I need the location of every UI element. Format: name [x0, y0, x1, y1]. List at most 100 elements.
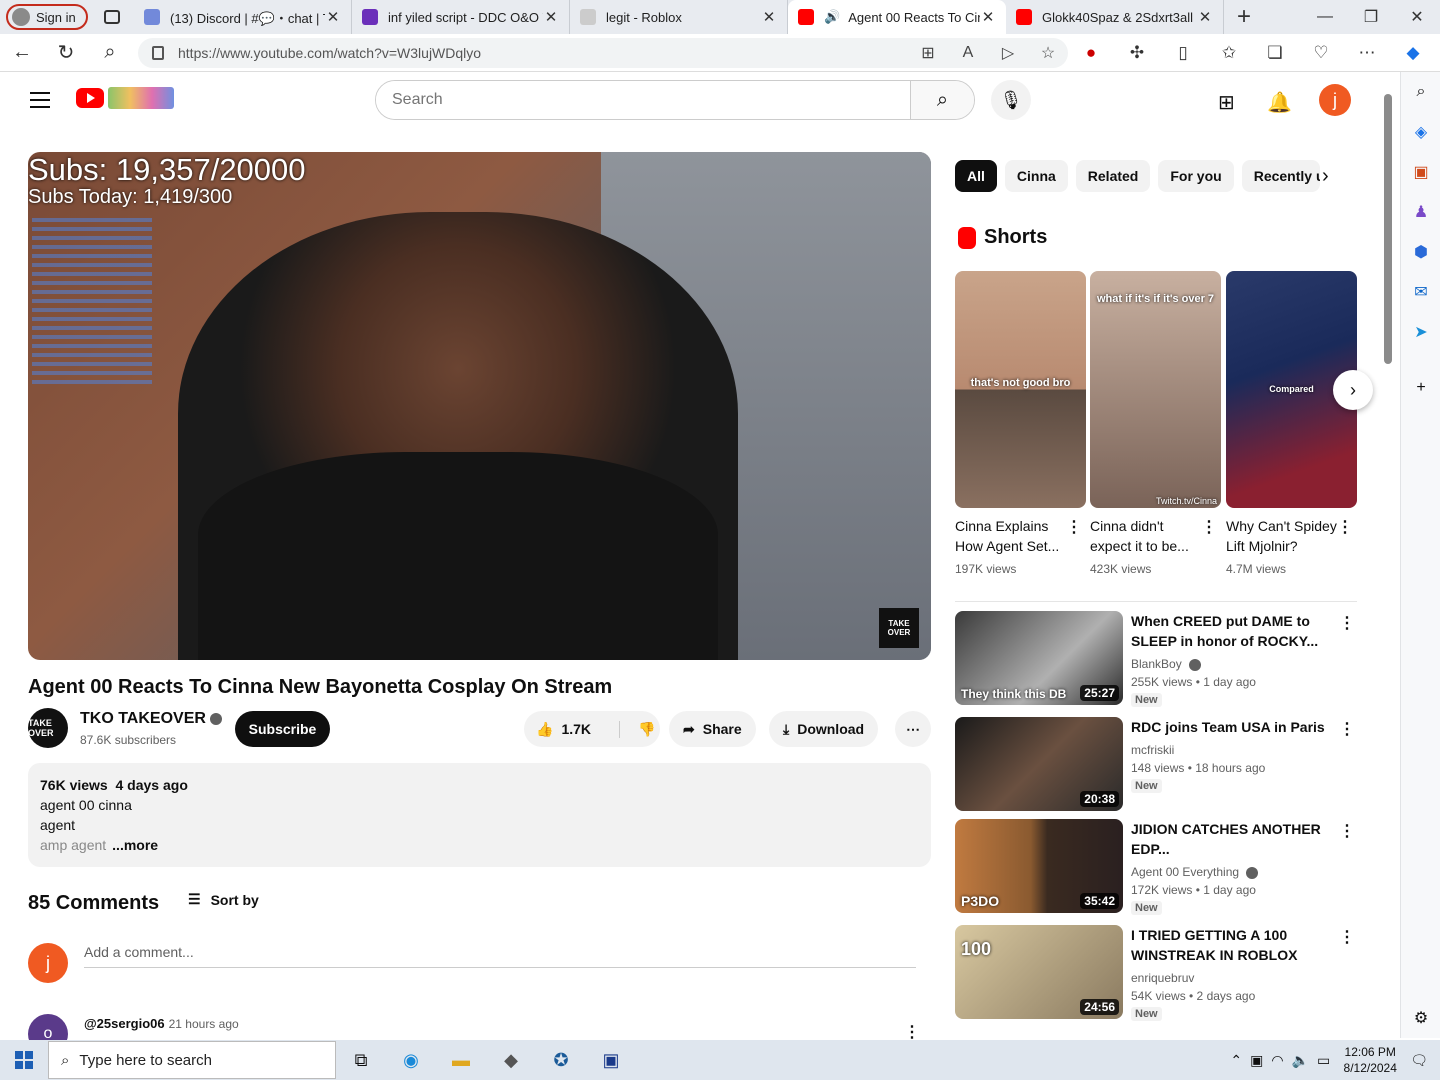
subscribe-button[interactable]: Subscribe: [235, 711, 330, 747]
send-icon[interactable]: ➤: [1401, 312, 1440, 352]
file-explorer-icon[interactable]: ▬: [436, 1040, 486, 1080]
minimize-icon[interactable]: —: [1302, 0, 1348, 34]
short-more-icon[interactable]: ⋮: [1066, 517, 1082, 537]
share-button[interactable]: ➦ Share: [669, 711, 756, 747]
video-title[interactable]: When CREED put DAME to SLEEP in honor of…: [1131, 611, 1331, 651]
shorts-next-chevron-icon[interactable]: ›: [1333, 370, 1373, 410]
performance-icon[interactable]: ♡: [1298, 43, 1344, 63]
notifications-icon[interactable]: 🗨: [1410, 1052, 1428, 1069]
voice-search-mic-icon[interactable]: 🎙: [991, 80, 1031, 120]
read-aloud-icon[interactable]: A: [948, 44, 988, 62]
video-title[interactable]: JIDION CATCHES ANOTHER EDP...: [1131, 819, 1331, 859]
chip-cinna[interactable]: Cinna: [1004, 160, 1068, 192]
dislike-button[interactable]: 👎: [628, 721, 655, 738]
channel-name[interactable]: BlankBoy: [1131, 657, 1182, 671]
browser-tab-discord[interactable]: (13) Discord | #💬・chat | Tid ✕: [134, 0, 352, 34]
sort-comments-button[interactable]: ☰ Sort by: [188, 891, 259, 908]
youtube-logo[interactable]: [76, 88, 104, 108]
short-card[interactable]: Compared Why Can't Spidey Lift Mjolnir? …: [1226, 271, 1357, 576]
short-more-icon[interactable]: ⋮: [1201, 517, 1217, 537]
video-channel[interactable]: enriquebruv: [1131, 971, 1194, 985]
store-star-icon[interactable]: ✪: [536, 1040, 586, 1080]
search-input[interactable]: [376, 81, 910, 119]
youtube-doodle-logo[interactable]: [108, 87, 174, 109]
restore-icon[interactable]: ❐: [1348, 0, 1394, 34]
channel-name[interactable]: TKO TAKEOVER: [80, 710, 222, 728]
tools-briefcase-icon[interactable]: ▣: [1401, 152, 1440, 192]
create-video-icon[interactable]: ⊞: [1218, 90, 1235, 115]
outlook-icon[interactable]: ✉: [1401, 272, 1440, 312]
shopping-tag-icon[interactable]: ◈: [1401, 112, 1440, 152]
battery-icon[interactable]: ▭: [1317, 1052, 1330, 1069]
search-icon[interactable]: ⌕: [88, 41, 132, 64]
sidebar-search-icon[interactable]: ⌕: [1401, 72, 1440, 112]
video-more-icon[interactable]: ⋮: [1339, 613, 1355, 633]
hamburger-menu-icon[interactable]: [30, 92, 50, 113]
show-more-link[interactable]: ...more: [112, 837, 158, 853]
browser-tab-youtube-active[interactable]: 🔊 Agent 00 Reacts To Cinn ✕: [788, 0, 1006, 34]
audio-playing-icon[interactable]: 🔊: [824, 9, 840, 25]
comment-username[interactable]: @25sergio06: [84, 1016, 165, 1031]
recommended-video[interactable]: They think this DB 25:27 When CREED put …: [955, 611, 1355, 707]
scrollbar-thumb[interactable]: [1384, 94, 1392, 364]
video-player[interactable]: Subs: 19,357/20000 Subs Today: 1,419/300…: [28, 152, 931, 660]
channel-name[interactable]: Agent 00 Everything: [1131, 865, 1239, 879]
favorites-icon[interactable]: ✩: [1206, 43, 1252, 63]
video-more-icon[interactable]: ⋮: [1339, 821, 1355, 841]
favorite-star-icon[interactable]: ☆: [1028, 43, 1068, 63]
tab-actions-icon[interactable]: [104, 10, 120, 24]
more-actions-button[interactable]: ⋯: [895, 711, 931, 747]
back-arrow-icon[interactable]: ←: [0, 41, 44, 64]
m365-icon[interactable]: ⬢: [1401, 232, 1440, 272]
video-title[interactable]: I TRIED GETTING A 100 WINSTREAK IN ROBLO…: [1131, 925, 1331, 965]
add-comment-input[interactable]: Add a comment...: [84, 944, 916, 968]
recommended-video[interactable]: 100 24:56 I TRIED GETTING A 100 WINSTREA…: [955, 925, 1355, 1021]
extension-record-icon[interactable]: ●: [1068, 43, 1114, 63]
short-thumbnail[interactable]: what if it's if it's over 7 Twitch.tv/Ci…: [1090, 271, 1221, 508]
like-button[interactable]: 👍 1.7K: [524, 720, 620, 738]
browser-tab-youtube-2[interactable]: Glokk40Spaz & 2Sdxrt3all - D ✕: [1006, 0, 1224, 34]
comment-age[interactable]: 21 hours ago: [169, 1017, 239, 1031]
app-taskbar-icon[interactable]: ▣: [586, 1040, 636, 1080]
taskbar-search-box[interactable]: ⌕ Type here to search: [48, 1041, 336, 1079]
page-scrollbar[interactable]: [1382, 80, 1394, 1030]
chip-recently-uploaded[interactable]: Recently u: [1241, 160, 1320, 192]
video-thumbnail[interactable]: 100 24:56: [955, 925, 1123, 1019]
extensions-puzzle-icon[interactable]: ✣: [1114, 43, 1160, 63]
start-button[interactable]: [0, 1051, 48, 1069]
profile-signin-button[interactable]: Sign in: [6, 4, 88, 30]
lock-icon[interactable]: [152, 45, 164, 60]
video-title[interactable]: RDC joins Team USA in Paris: [1131, 717, 1331, 737]
close-tab-icon[interactable]: ✕: [543, 8, 559, 26]
games-icon[interactable]: ♟: [1401, 192, 1440, 232]
wifi-icon[interactable]: ◠: [1271, 1052, 1283, 1069]
video-channel[interactable]: BlankBoy: [1131, 657, 1202, 671]
chips-next-chevron-icon[interactable]: ›: [1322, 165, 1329, 188]
video-thumbnail[interactable]: P3DO 35:42: [955, 819, 1123, 913]
task-view-icon[interactable]: ⧉: [336, 1040, 386, 1080]
download-button[interactable]: ⤓ Download: [769, 711, 879, 747]
edge-taskbar-icon[interactable]: ◉: [386, 1040, 436, 1080]
video-channel[interactable]: mcfriskii: [1131, 743, 1174, 757]
notifications-bell-icon[interactable]: 🔔: [1267, 90, 1292, 115]
apps-icon[interactable]: ⊞: [908, 43, 948, 63]
recommended-video[interactable]: 20:38 RDC joins Team USA in Paris mcfris…: [955, 717, 1355, 813]
chip-all[interactable]: All: [955, 160, 997, 192]
video-more-icon[interactable]: ⋮: [1339, 927, 1355, 947]
channel-name-text[interactable]: TKO TAKEOVER: [80, 710, 206, 727]
copilot-icon[interactable]: ◆: [1390, 43, 1436, 63]
add-sidebar-icon[interactable]: +: [1401, 368, 1440, 408]
short-card[interactable]: that's not good bro Cinna Explains How A…: [955, 271, 1086, 576]
url-text[interactable]: https://www.youtube.com/watch?v=W3lujWDq…: [178, 45, 908, 61]
channel-avatar[interactable]: TAKE OVER: [28, 708, 68, 748]
video-channel[interactable]: Agent 00 Everything: [1131, 865, 1259, 879]
close-tab-icon[interactable]: ✕: [1197, 8, 1213, 26]
video-thumbnail[interactable]: They think this DB 25:27: [955, 611, 1123, 705]
meet-now-icon[interactable]: ▣: [1250, 1052, 1263, 1069]
settings-more-icon[interactable]: ⋯: [1344, 43, 1390, 63]
short-more-icon[interactable]: ⋮: [1337, 517, 1353, 537]
recommended-video[interactable]: P3DO 35:42 JIDION CATCHES ANOTHER EDP...…: [955, 819, 1355, 915]
address-bar[interactable]: https://www.youtube.com/watch?v=W3lujWDq…: [138, 37, 1068, 68]
volume-icon[interactable]: 🔈: [1292, 1052, 1309, 1069]
short-thumbnail[interactable]: that's not good bro: [955, 271, 1086, 508]
